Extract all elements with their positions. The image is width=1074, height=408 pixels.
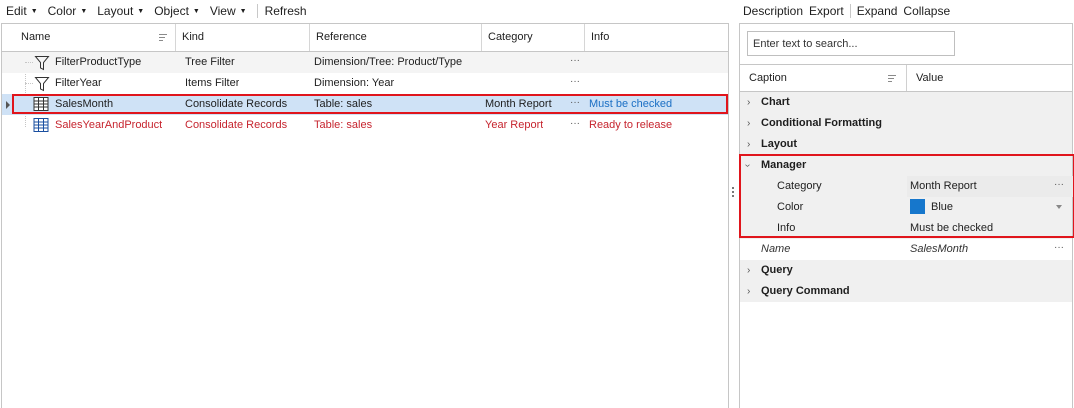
tree-guide-line [25,83,33,84]
property-grid-header: Caption Value [740,64,1072,92]
group-conditional-formatting[interactable]: › Conditional Formatting [740,113,1072,134]
row-kind: Consolidate Records [185,98,288,110]
chevron-right-icon: › [747,139,751,150]
row-indicator-icon [6,101,10,109]
row-reference: Table: sales [314,98,373,110]
ellipsis-button[interactable]: ··· [570,115,580,136]
row-reference: Dimension: Year [314,77,395,89]
table-icon [33,118,49,132]
caret-down-icon: ▼ [80,7,88,15]
grid-header: Name Kind Reference Category Info [2,24,728,52]
group-manager[interactable]: › Manager [740,155,1072,176]
ellipsis-button[interactable]: ··· [1054,176,1064,197]
table-row[interactable]: FilterProductType Tree Filter Dimension/… [2,52,728,73]
row-info: Must be checked [589,98,673,110]
object-menu[interactable]: Object ▼ [154,4,205,18]
row-category: Year Report [485,119,544,131]
property-row-color[interactable]: Color Blue [740,197,1072,218]
property-row-name[interactable]: Name SalesMonth ··· [740,239,1072,260]
group-query[interactable]: › Query [740,260,1072,281]
row-name: FilterProductType [55,56,142,68]
panel-splitter-handle[interactable] [731,187,735,199]
group-chart[interactable]: › Chart [740,92,1072,113]
sort-icon [159,34,167,42]
property-row-category[interactable]: Category Month Report ··· [740,176,1074,197]
property-row-info[interactable]: Info Must be checked [740,218,1072,239]
column-header-kind[interactable]: Kind [176,24,310,51]
row-info: Ready to release [589,119,673,131]
color-menu[interactable]: Color ▼ [48,4,93,18]
objects-grid: Name Kind Reference Category Info Filter… [1,23,729,408]
column-header-info[interactable]: Info [585,24,728,51]
main-toolbar: Edit ▼ Color ▼ Layout ▼ Object ▼ View ▼ Refre… [0,0,730,22]
chevron-down-icon: › [742,163,754,168]
caret-down-icon: ▼ [192,7,200,15]
table-icon [33,97,49,111]
export-button[interactable]: Export [809,4,844,18]
row-kind: Consolidate Records [185,119,288,131]
ellipsis-button[interactable]: ··· [570,73,580,94]
filter-icon [34,77,50,92]
row-kind: Tree Filter [185,56,235,68]
search-input[interactable] [747,31,955,56]
refresh-button[interactable]: Refresh [265,4,312,18]
group-layout[interactable]: › Layout [740,134,1072,155]
row-name: SalesYearAndProduct [55,119,163,131]
row-category: Month Report [485,98,552,110]
object-list-panel: Edit ▼ Color ▼ Layout ▼ Object ▼ View ▼ Refre… [0,0,730,408]
chevron-right-icon: › [747,97,751,108]
ellipsis-button[interactable]: ··· [1054,239,1064,260]
expand-button[interactable]: Expand [857,4,898,18]
color-dropdown[interactable]: Blue [910,197,953,218]
dropdown-arrow-icon[interactable] [1056,205,1062,209]
ellipsis-button[interactable]: ··· [570,94,580,115]
chevron-right-icon: › [747,286,751,297]
row-name: FilterYear [55,77,102,89]
sort-icon [888,75,896,83]
column-header-value[interactable]: Value [907,65,943,91]
edit-menu[interactable]: Edit ▼ [6,4,43,18]
column-header-reference[interactable]: Reference [310,24,482,51]
table-row-selected[interactable]: SalesMonth Consolidate Records Table: sa… [2,94,728,115]
group-query-command[interactable]: › Query Command [740,281,1072,302]
property-toolbar: Description Export Expand Collapse [738,0,1074,22]
chevron-right-icon: › [747,118,751,129]
row-reference: Table: sales [314,119,373,131]
caret-down-icon: ▼ [137,7,145,15]
row-kind: Items Filter [185,77,240,89]
view-menu[interactable]: View ▼ [210,4,252,18]
collapse-button[interactable]: Collapse [903,4,950,18]
column-header-name[interactable]: Name [12,24,176,51]
layout-menu[interactable]: Layout ▼ [97,4,149,18]
table-row[interactable]: SalesYearAndProduct Consolidate Records … [2,115,728,136]
tree-guide-line [25,62,33,63]
table-row[interactable]: FilterYear Items Filter Dimension: Year … [2,73,728,94]
row-name: SalesMonth [55,98,114,110]
column-header-caption[interactable]: Caption [740,65,906,91]
caret-down-icon: ▼ [239,7,247,15]
ellipsis-button[interactable]: ··· [570,52,580,73]
row-reference: Dimension/Tree: Product/Type [314,56,463,68]
property-panel: Description Export Expand Collapse Capti… [738,0,1074,408]
filter-icon [34,56,50,71]
toolbar-separator [256,4,258,18]
toolbar-separator [849,4,851,18]
column-header-category[interactable]: Category [482,24,585,51]
color-swatch [910,198,925,214]
caret-down-icon: ▼ [30,7,38,15]
chevron-right-icon: › [747,265,751,276]
property-grid: Caption Value › Chart › Conditional Form… [739,23,1074,408]
description-button[interactable]: Description [743,4,803,18]
